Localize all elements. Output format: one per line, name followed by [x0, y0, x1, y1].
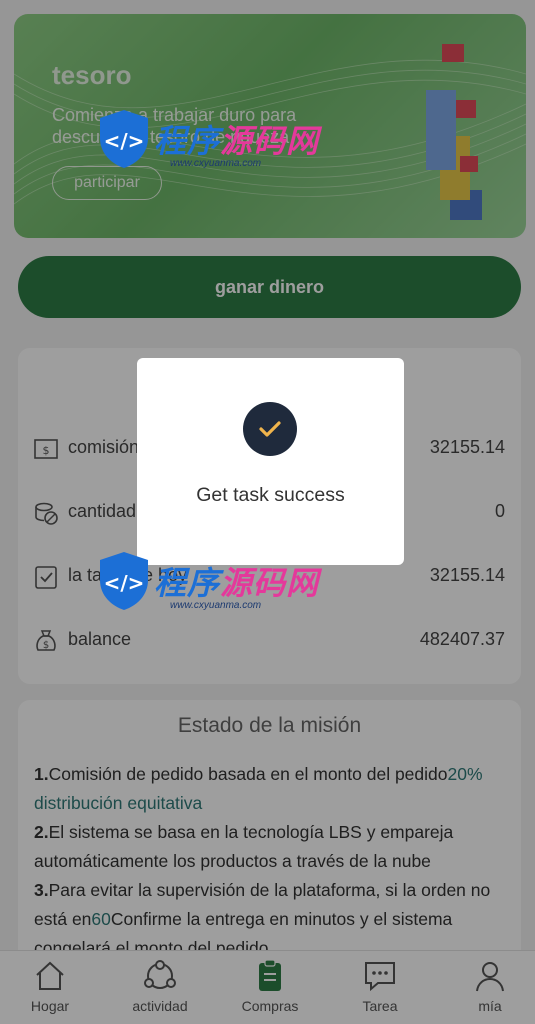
watermark-url: www.cxyuanma.com: [170, 158, 262, 169]
shield-icon: </>: [100, 110, 148, 168]
svg-text:</>: </>: [104, 129, 145, 153]
watermark-text-a: 程序: [154, 565, 221, 601]
watermark-text: 程序源码网: [154, 558, 319, 604]
shield-icon: </>: [100, 552, 148, 610]
watermark-text-a: 程序: [154, 123, 221, 159]
dialog-message: Get task success: [196, 484, 345, 506]
check-mark: [259, 421, 281, 437]
watermark-text: 程序源码网: [154, 116, 319, 162]
check-icon: [243, 402, 297, 456]
watermark-text-b: 源码网: [220, 565, 320, 601]
svg-text:</>: </>: [104, 571, 145, 595]
watermark-logo: </> 程序源码网 www.cxyuanma.com: [96, 546, 326, 626]
watermark-logo: </> 程序源码网 www.cxyuanma.com: [96, 104, 326, 184]
success-dialog: Get task success: [137, 358, 404, 565]
watermark-text-b: 源码网: [220, 123, 320, 159]
watermark-url: www.cxyuanma.com: [170, 600, 262, 611]
